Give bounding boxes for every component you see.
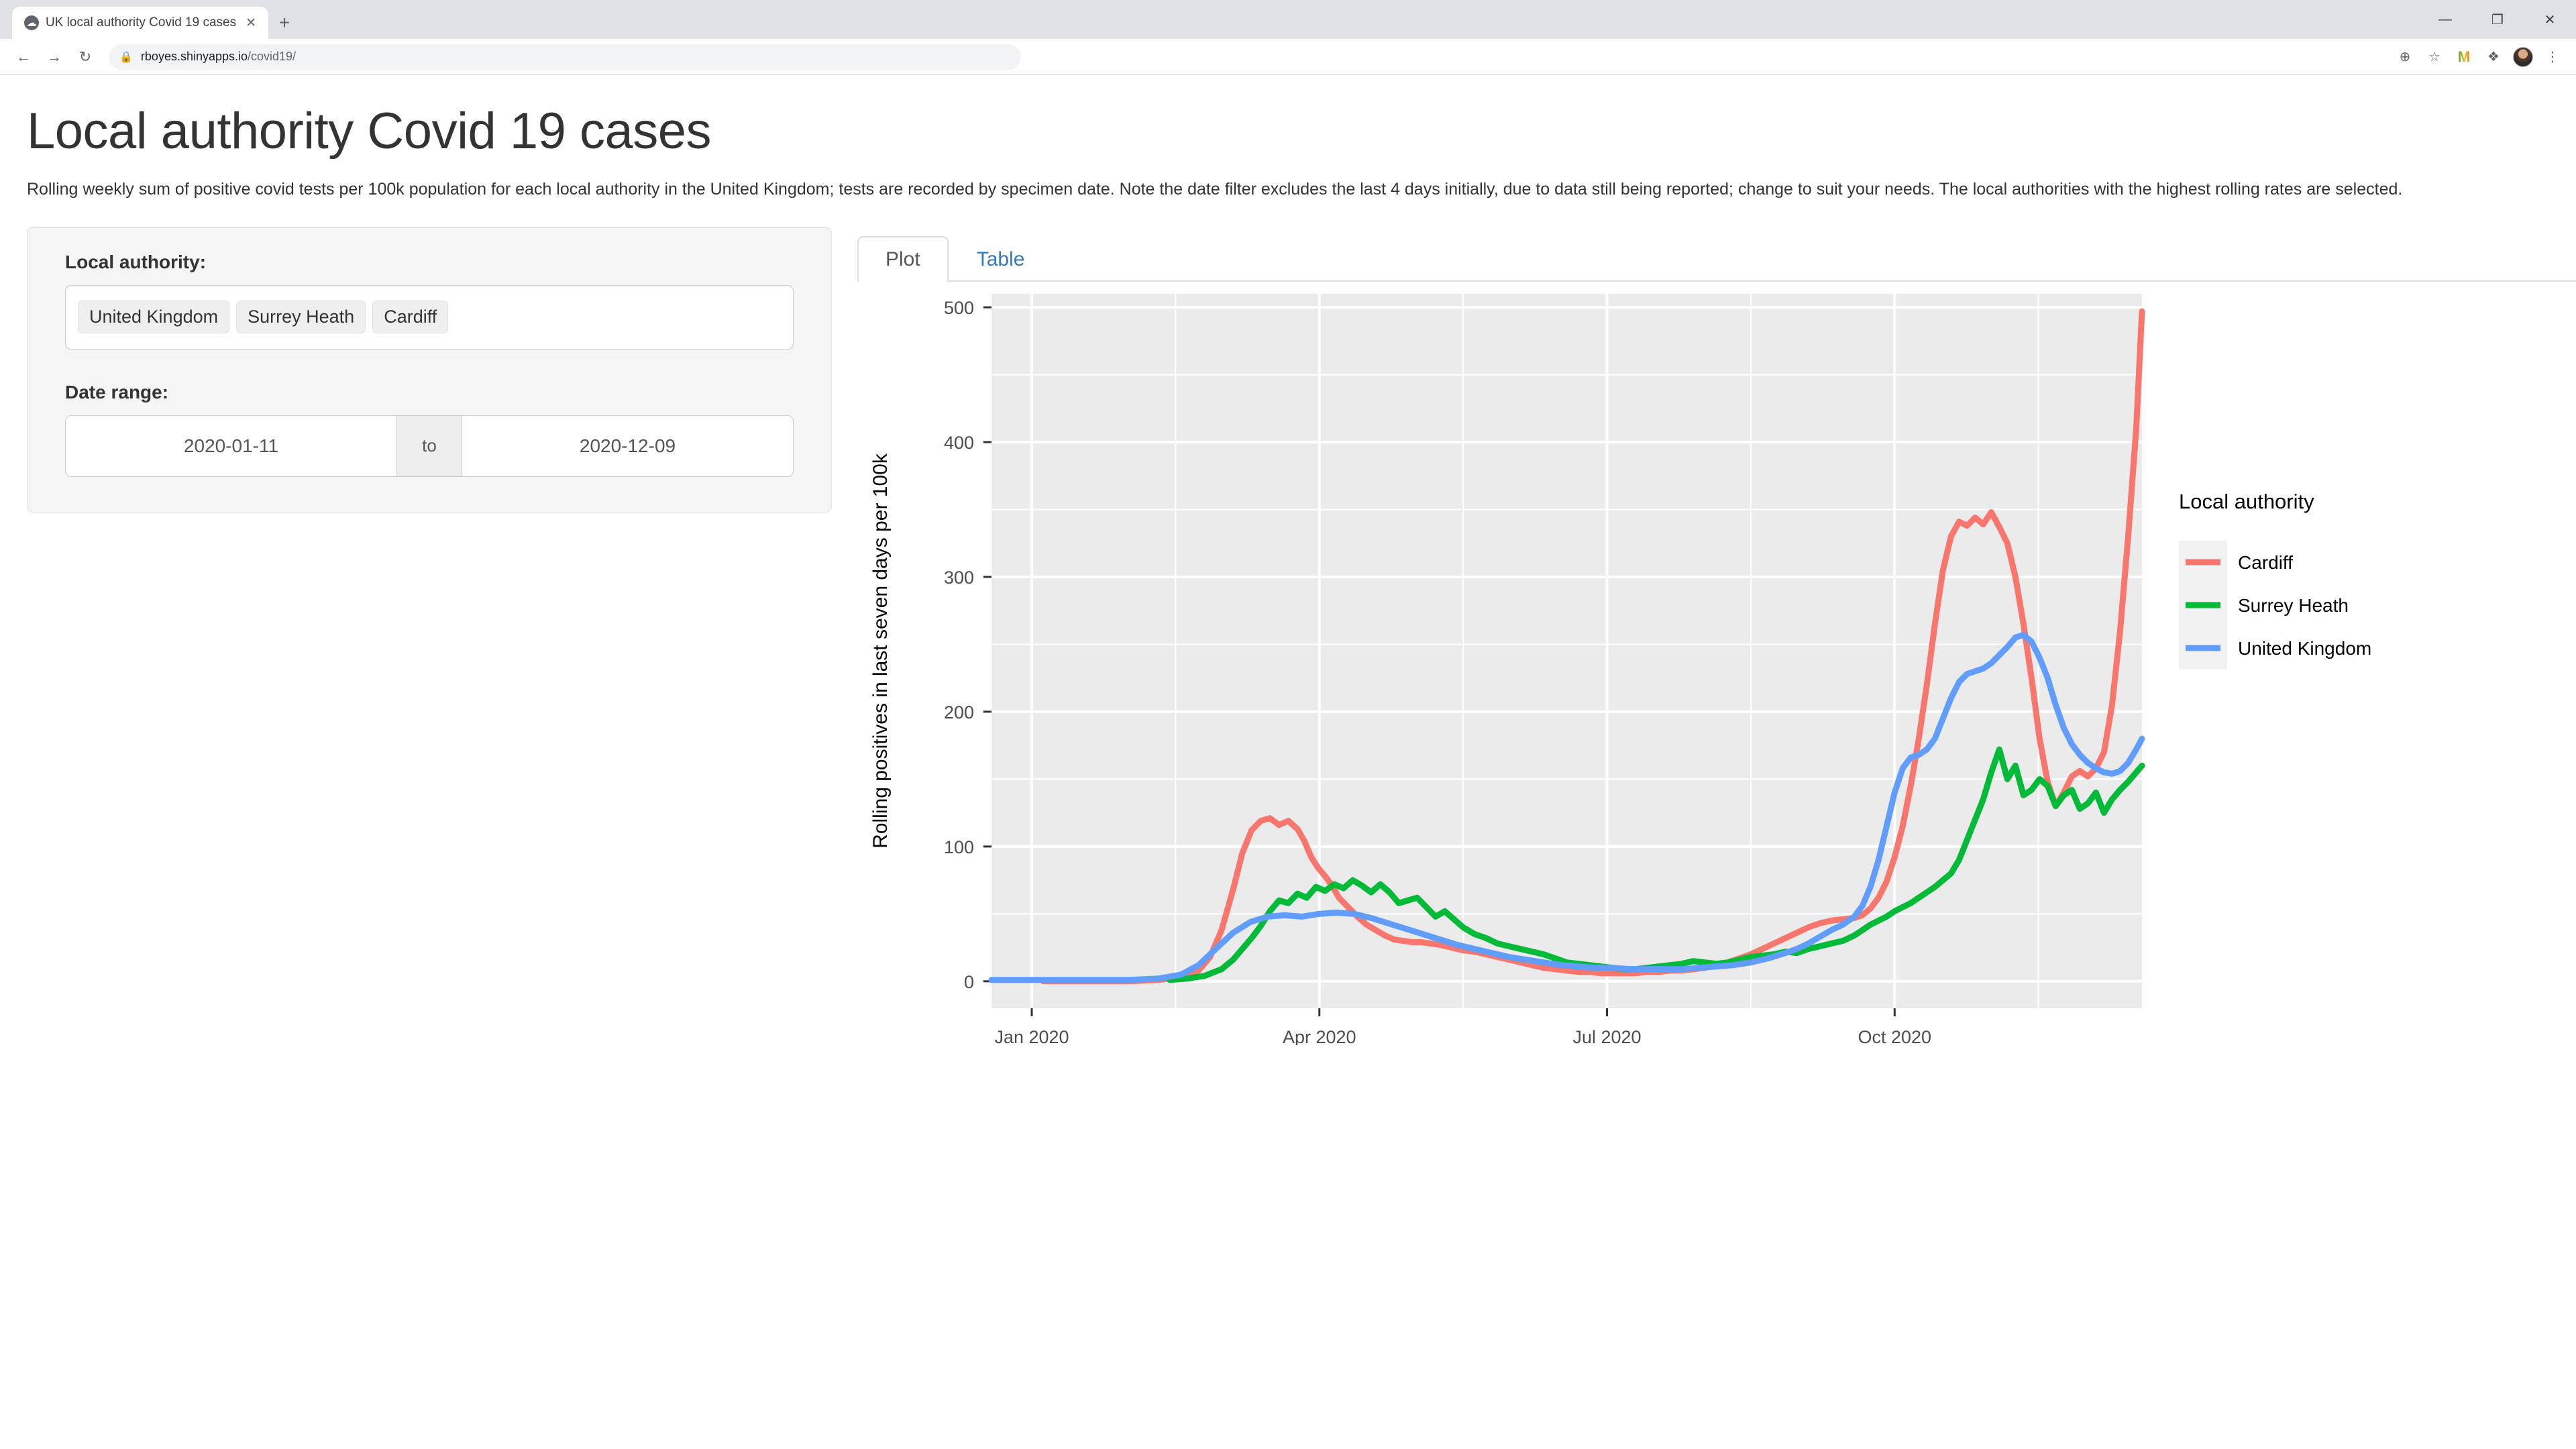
lock-icon: 🔒 [119,50,133,64]
legend-label: Surrey Heath [2238,595,2349,616]
avatar[interactable] [2509,43,2537,71]
x-axis-tick-label: Jul 2020 [1572,1027,1641,1045]
avatar-image [2513,47,2533,67]
search-icon[interactable]: ⊕ [2391,43,2419,71]
date-range-separator: to [396,416,462,476]
y-axis-tick-label: 100 [944,837,974,857]
puzzle-extensions-icon[interactable]: ❖ [2479,43,2508,71]
authority-chip[interactable]: Surrey Heath [236,301,366,333]
close-tab-icon[interactable]: ✕ [243,15,259,31]
tab-plot[interactable]: Plot [857,236,949,282]
close-window-button[interactable]: ✕ [2524,0,2576,39]
url-path: /covid19/ [248,50,296,63]
legend-label: Cardiff [2238,552,2293,573]
toolbar-right-icons: ⊕ ☆ M ❖ ⋮ [2391,43,2567,71]
authority-chip[interactable]: Cardiff [372,301,448,333]
date-range-label: Date range: [65,382,794,403]
date-end-input[interactable]: 2020-12-09 [462,416,793,476]
globe-icon: ☁ [24,15,39,30]
window-controls: — ❐ ✕ [2419,0,2576,39]
page-description: Rolling weekly sum of positive covid tes… [27,178,2522,201]
sidebar-panel: Local authority: United KingdomSurrey He… [27,227,832,513]
browser-toolbar: ← → ↻ 🔒 rboyes.shinyapps.io/covid19/ ⊕ ☆… [0,39,2576,75]
local-authority-label: Local authority: [65,252,794,273]
date-range-control: 2020-01-11 to 2020-12-09 [65,415,794,477]
plot-panel-background [991,294,2142,1008]
y-axis-tick-label: 200 [944,702,974,722]
app-layout: Local authority: United KingdomSurrey He… [27,227,2549,1045]
tab-bar: PlotTable [857,227,2576,282]
legend-label: United Kingdom [2238,638,2371,659]
main-panel: PlotTable 0 100 200 300 400 500 Jan 2020 Apr 20… [857,227,2549,1045]
address-bar[interactable]: 🔒 rboyes.shinyapps.io/covid19/ [109,44,1021,70]
reload-button[interactable]: ↻ [71,43,99,71]
browser-tab[interactable]: ☁ UK local authority Covid 19 cases ✕ [12,7,268,39]
y-axis-tick-label: 500 [944,298,974,318]
spacer [65,350,794,382]
forward-button[interactable]: → [40,43,68,71]
back-button[interactable]: ← [9,43,38,71]
x-axis-tick-label: Jan 2020 [994,1027,1069,1045]
y-axis-title: Rolling positives in last seven days per… [869,453,892,849]
extension-m-icon[interactable]: M [2450,43,2478,71]
page-title: Local authority Covid 19 cases [27,102,2549,160]
local-authority-select[interactable]: United KingdomSurrey HeathCardiff [65,285,794,350]
browser-menu-icon[interactable]: ⋮ [2538,43,2567,71]
browser-tab-title: UK local authority Covid 19 cases [46,15,236,30]
bookmark-star-icon[interactable]: ☆ [2420,43,2449,71]
date-start-input[interactable]: 2020-01-11 [66,416,396,476]
browser-tabstrip: ☁ UK local authority Covid 19 cases ✕ + … [0,0,2576,39]
page-content: Local authority Covid 19 cases Rolling w… [0,102,2576,1045]
address-bar-url: rboyes.shinyapps.io/covid19/ [141,50,296,64]
plot-container: 0 100 200 300 400 500 Jan 2020 Apr 2020 Jul 2020… [857,287,2549,1045]
browser-chrome: ☁ UK local authority Covid 19 cases ✕ + … [0,0,2576,75]
x-axis-tick-label: Apr 2020 [1283,1027,1356,1045]
x-axis-tick-label: Oct 2020 [1858,1027,1931,1045]
y-axis-tick-label: 0 [964,971,974,991]
maximize-window-button[interactable]: ❐ [2471,0,2524,39]
minimize-window-button[interactable]: — [2419,0,2471,39]
new-tab-button[interactable]: + [268,7,301,39]
y-axis-tick-label: 400 [944,433,974,453]
tab-table[interactable]: Table [949,236,1053,282]
url-host: rboyes.shinyapps.io [141,50,248,63]
y-axis-tick-label: 300 [944,567,974,587]
covid-cases-line-chart: 0 100 200 300 400 500 Jan 2020 Apr 2020 Jul 2020… [857,287,2576,1045]
authority-chip[interactable]: United Kingdom [78,301,229,333]
legend-title: Local authority [2179,490,2314,513]
